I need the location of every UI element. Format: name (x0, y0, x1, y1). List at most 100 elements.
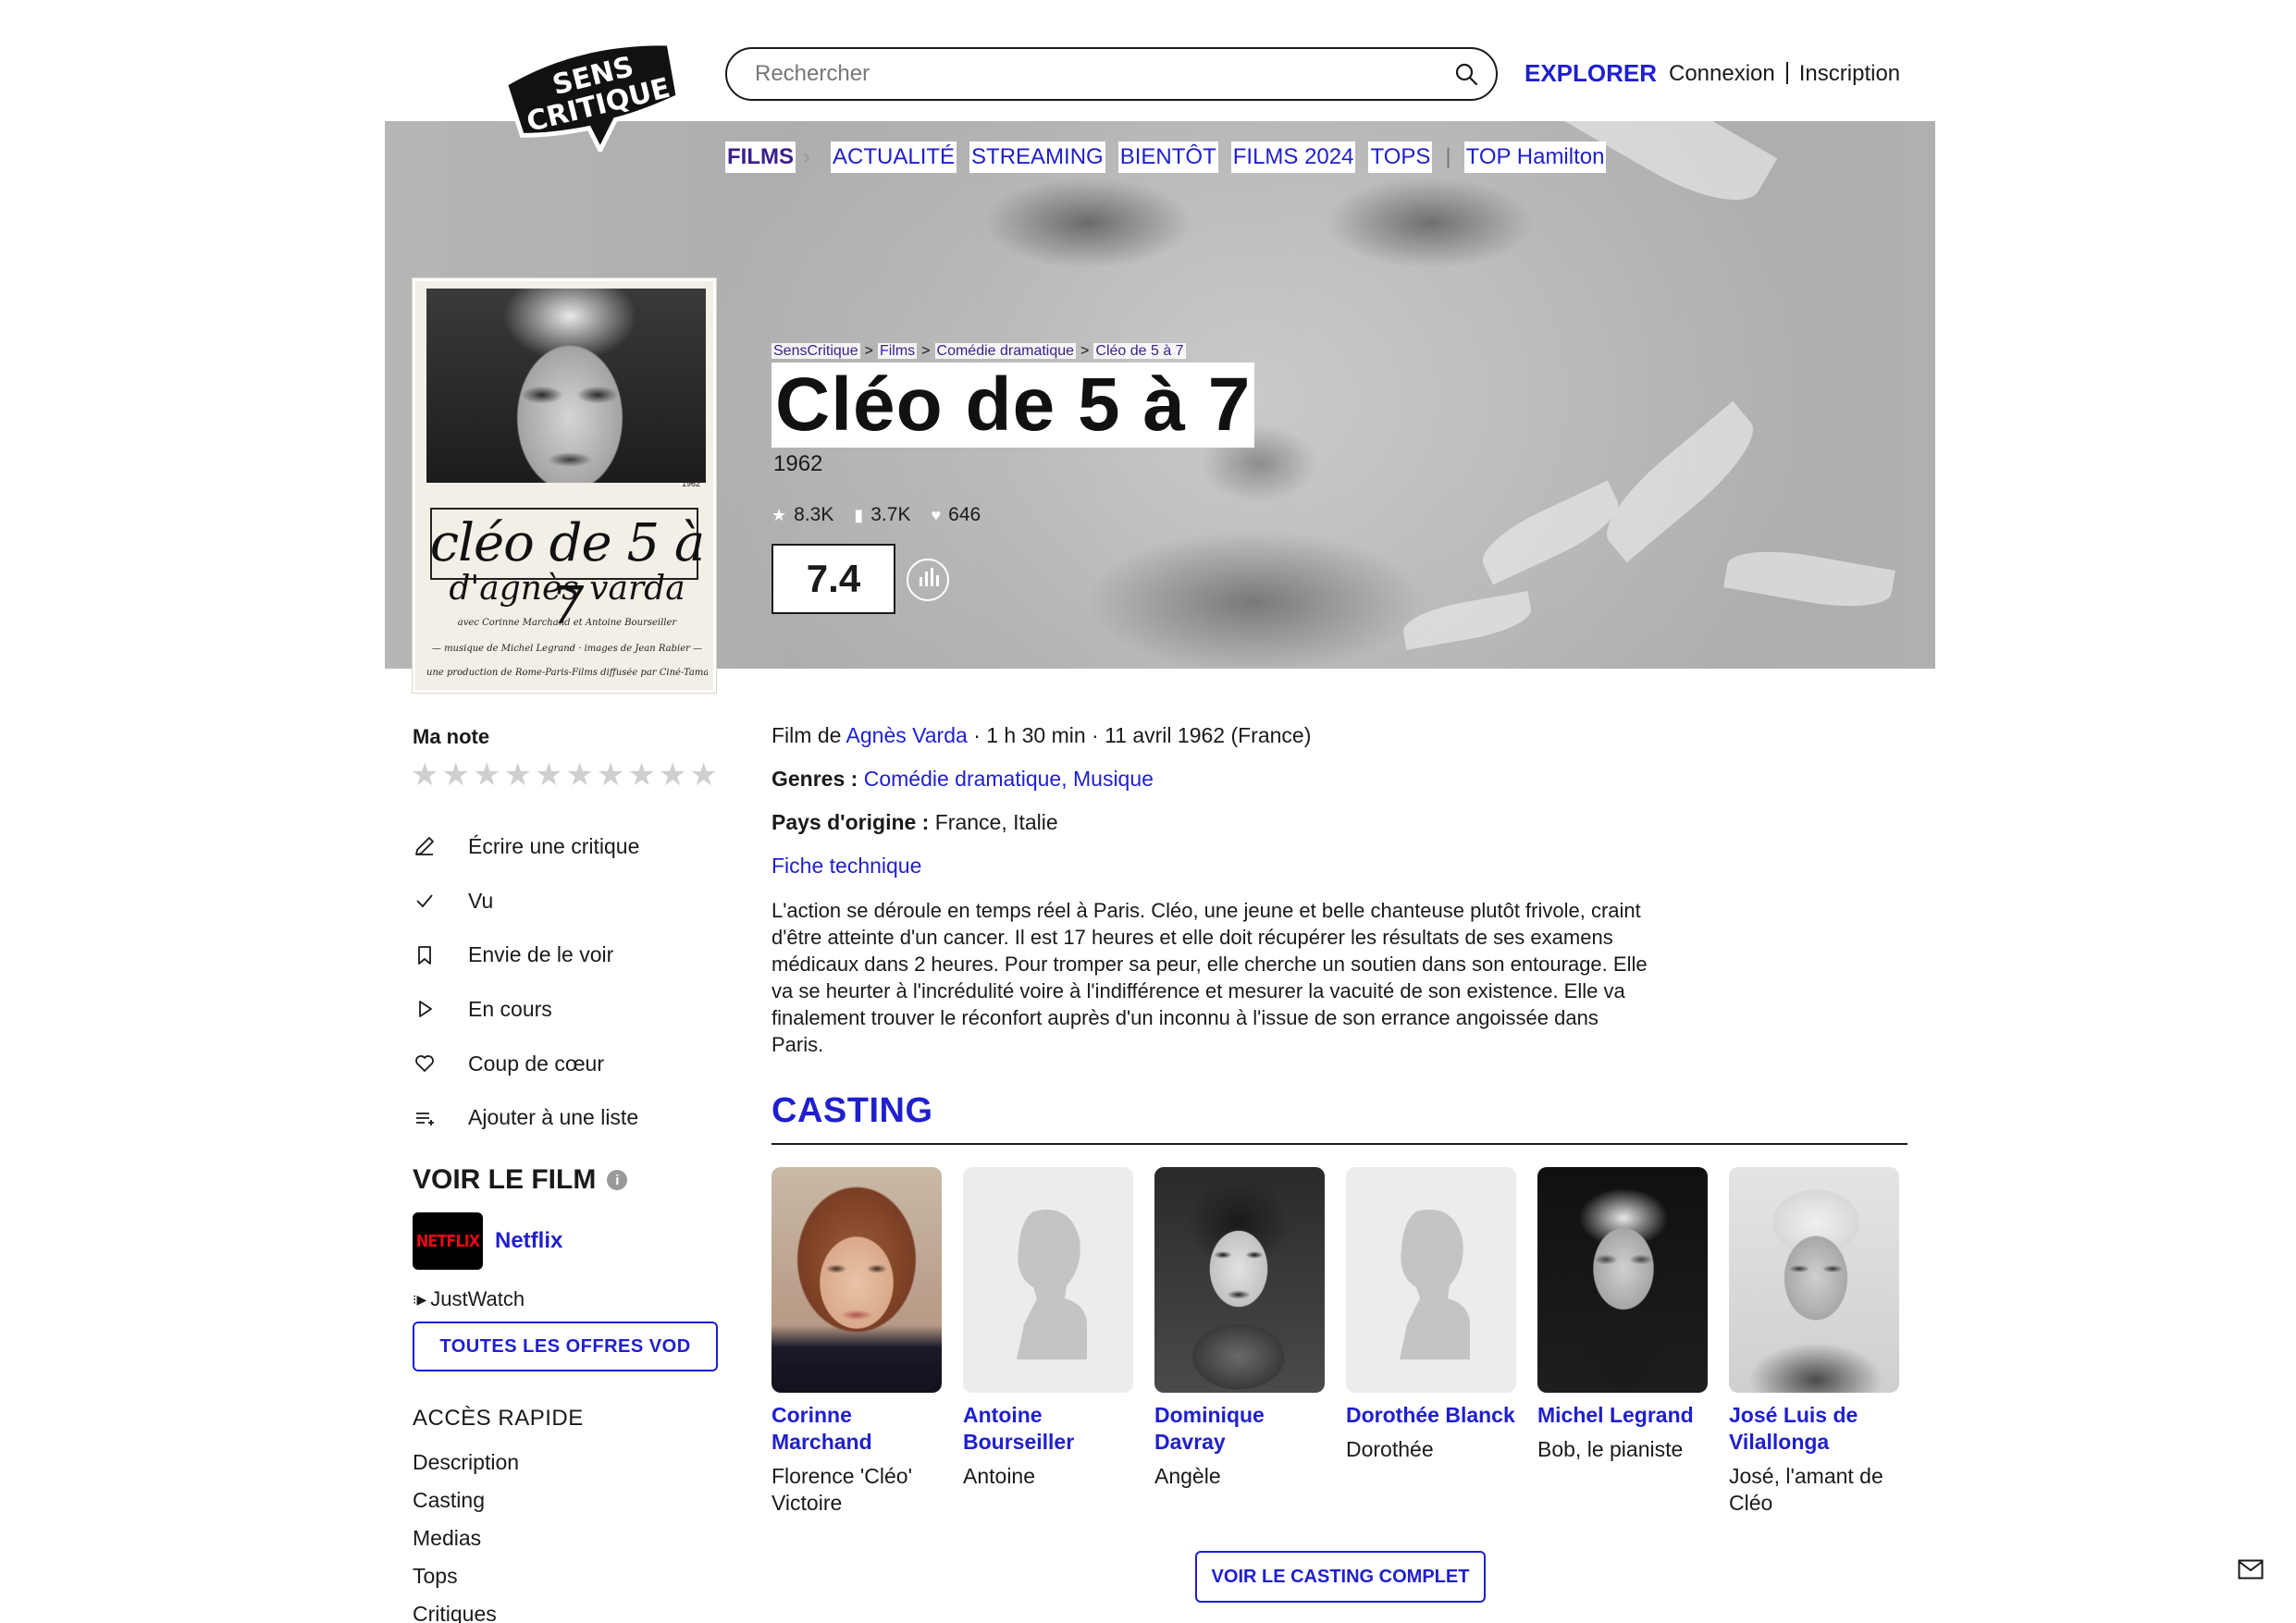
bookmark-icon (413, 943, 468, 967)
full-casting-button[interactable]: VOIR LE CASTING COMPLET (1195, 1551, 1486, 1603)
quick-link-tops[interactable]: Tops (413, 1562, 519, 1600)
quick-access-links: Description Casting Medias Tops Critique… (413, 1448, 519, 1623)
film-meta: Film de Agnès Varda · 1 h 30 min · 11 av… (772, 723, 1312, 747)
write-review-button[interactable]: Écrire une critique (413, 819, 639, 874)
cast-member[interactable]: Corinne Marchand Florence 'Cléo' Victoir… (772, 1167, 942, 1517)
cast-photo[interactable] (1537, 1167, 1708, 1393)
check-icon (413, 889, 468, 913)
breadcrumb-item[interactable]: Cléo de 5 à 7 (1093, 343, 1186, 359)
film-stats: ★ 8.3K ▮ 3.7K ♥ 646 (772, 504, 981, 526)
cast-photo[interactable] (1154, 1167, 1325, 1393)
casting-list: Corinne Marchand Florence 'Cléo' Victoir… (772, 1167, 1899, 1517)
rating-distribution-icon[interactable] (907, 559, 949, 601)
cast-photo[interactable] (963, 1167, 1133, 1393)
star-icon: ★ (772, 505, 787, 524)
rating-star-icon[interactable]: ★ (597, 758, 624, 792)
nav-top-hamilton[interactable]: TOP Hamilton (1463, 141, 1607, 173)
quick-link-description[interactable]: Description (413, 1448, 519, 1486)
seen-button[interactable]: Vu (413, 874, 639, 928)
cast-photo[interactable] (1346, 1167, 1516, 1393)
cast-role: Florence 'Cléo' Victoire (772, 1464, 912, 1515)
film-year: 1962 (773, 451, 823, 476)
rating-star-icon[interactable]: ★ (659, 758, 686, 792)
bookmark-icon: ▮ (854, 505, 864, 524)
site-header: SENS CRITIQUE EXPLORER Connexion Inscript… (0, 0, 2296, 152)
add-to-list-button[interactable]: Ajouter à une liste (413, 1090, 639, 1145)
cast-member[interactable]: Dorothée Blanck Dorothée (1346, 1167, 1516, 1517)
favorite-button[interactable]: Coup de cœur (413, 1037, 639, 1091)
film-poster[interactable]: 1962 cléo de 5 à 7 d'agnès varda avec Co… (413, 278, 716, 693)
in-progress-button[interactable]: En cours (413, 982, 639, 1037)
director-link[interactable]: Agnès Varda (846, 723, 968, 747)
poster-number: 1962 (681, 479, 700, 488)
rating-star-icon[interactable]: ★ (473, 758, 500, 792)
search-input[interactable] (755, 49, 1439, 99)
nav-films-2024[interactable]: FILMS 2024 (1230, 141, 1356, 173)
cast-role: Antoine (963, 1464, 1036, 1488)
cast-name[interactable]: Antoine Bourseiller (963, 1402, 1133, 1456)
mail-icon[interactable] (2238, 1559, 2264, 1580)
nav-streaming[interactable]: STREAMING (969, 141, 1105, 173)
list-add-icon (413, 1106, 468, 1130)
cast-member[interactable]: Dominique Davray Angèle (1154, 1167, 1325, 1517)
my-rating-label: Ma note (413, 725, 490, 748)
login-link[interactable]: Connexion (1669, 61, 1775, 86)
rating-star-icon[interactable]: ★ (627, 758, 655, 792)
cast-photo[interactable] (1729, 1167, 1899, 1393)
info-icon[interactable]: i (607, 1170, 628, 1190)
quick-link-casting[interactable]: Casting (413, 1486, 519, 1524)
cast-photo[interactable] (772, 1167, 942, 1393)
senscritique-logo[interactable]: SENS CRITIQUE (496, 31, 692, 152)
cast-member[interactable]: José Luis de Vilallonga José, l'amant de… (1729, 1167, 1899, 1517)
person-silhouette-icon (1400, 1210, 1470, 1359)
netflix-logo[interactable]: NETFLIX (413, 1212, 483, 1270)
breadcrumb-item[interactable]: SensCritique (772, 343, 860, 359)
signup-link[interactable]: Inscription (1799, 61, 1900, 86)
quick-access-heading: ACCÈS RAPIDE (413, 1406, 584, 1431)
nav-films[interactable]: FILMS (725, 141, 796, 173)
cast-name[interactable]: José Luis de Vilallonga (1729, 1402, 1899, 1456)
breadcrumb-item[interactable]: Films (877, 343, 918, 359)
favorites-count: ♥ 646 (931, 504, 981, 525)
rating-star-icon[interactable]: ★ (535, 758, 562, 792)
cast-member[interactable]: Antoine Bourseiller Antoine (963, 1167, 1133, 1517)
cast-name[interactable]: Michel Legrand (1537, 1402, 1708, 1429)
all-vod-offers-button[interactable]: TOUTES LES OFFRES VOD (413, 1322, 718, 1371)
user-actions: Écrire une critique Vu Envie de le voir … (413, 819, 639, 1145)
rating-star-icon[interactable]: ★ (411, 758, 438, 792)
rating-star-icon[interactable]: ★ (503, 758, 531, 792)
quick-link-medias[interactable]: Medias (413, 1524, 519, 1562)
nav-tops[interactable]: TOPS (1368, 141, 1433, 173)
cast-member[interactable]: Michel Legrand Bob, le pianiste (1537, 1167, 1708, 1517)
poster-subtitle: d'agnès varda (449, 570, 685, 608)
netflix-link[interactable]: Netflix (495, 1228, 562, 1254)
nav-divider: | (1445, 144, 1451, 169)
rating-star-icon[interactable]: ★ (689, 758, 717, 792)
person-silhouette-icon (1017, 1210, 1087, 1359)
nav-bientot[interactable]: BIENTÔT (1117, 141, 1218, 173)
ratings-count: ★ 8.3K (772, 504, 834, 525)
justwatch-logo[interactable]: ⁝▶ JustWatch (413, 1287, 525, 1311)
explorer-link[interactable]: EXPLORER (1524, 59, 1657, 88)
my-rating-stars[interactable]: ★ ★ ★ ★ ★ ★ ★ ★ ★ ★ (411, 758, 718, 792)
rating-star-icon[interactable]: ★ (565, 758, 593, 792)
poster-photo (426, 289, 706, 483)
technical-sheet-link[interactable]: Fiche technique (772, 854, 921, 879)
nav-actualite[interactable]: ACTUALITÉ (831, 141, 957, 173)
poster-credit: avec Corinne Marchand et Antoine Boursei… (457, 618, 677, 628)
breadcrumb-item[interactable]: Comédie dramatique (934, 343, 1077, 359)
cast-role: Bob, le pianiste (1537, 1437, 1684, 1461)
cast-name[interactable]: Dorothée Blanck (1346, 1402, 1516, 1429)
cast-name[interactable]: Corinne Marchand (772, 1402, 942, 1456)
breadcrumb: SensCritique > Films > Comédie dramatique > Cl… (772, 343, 1186, 360)
search-bar[interactable] (725, 47, 1498, 101)
poster-credit: — musique de Michel Legrand · images de … (431, 644, 703, 654)
wish-count: ▮ 3.7K (854, 504, 911, 525)
wishlist-button[interactable]: Envie de le voir (413, 928, 639, 982)
rating-star-icon[interactable]: ★ (441, 758, 469, 792)
film-genres: Genres : Comédie dramatique, Musique (772, 767, 1154, 791)
search-icon[interactable] (1453, 61, 1479, 87)
cast-name[interactable]: Dominique Davray (1154, 1402, 1325, 1456)
genres-link[interactable]: Comédie dramatique, Musique (864, 767, 1154, 791)
quick-link-critiques[interactable]: Critiques (413, 1600, 519, 1623)
